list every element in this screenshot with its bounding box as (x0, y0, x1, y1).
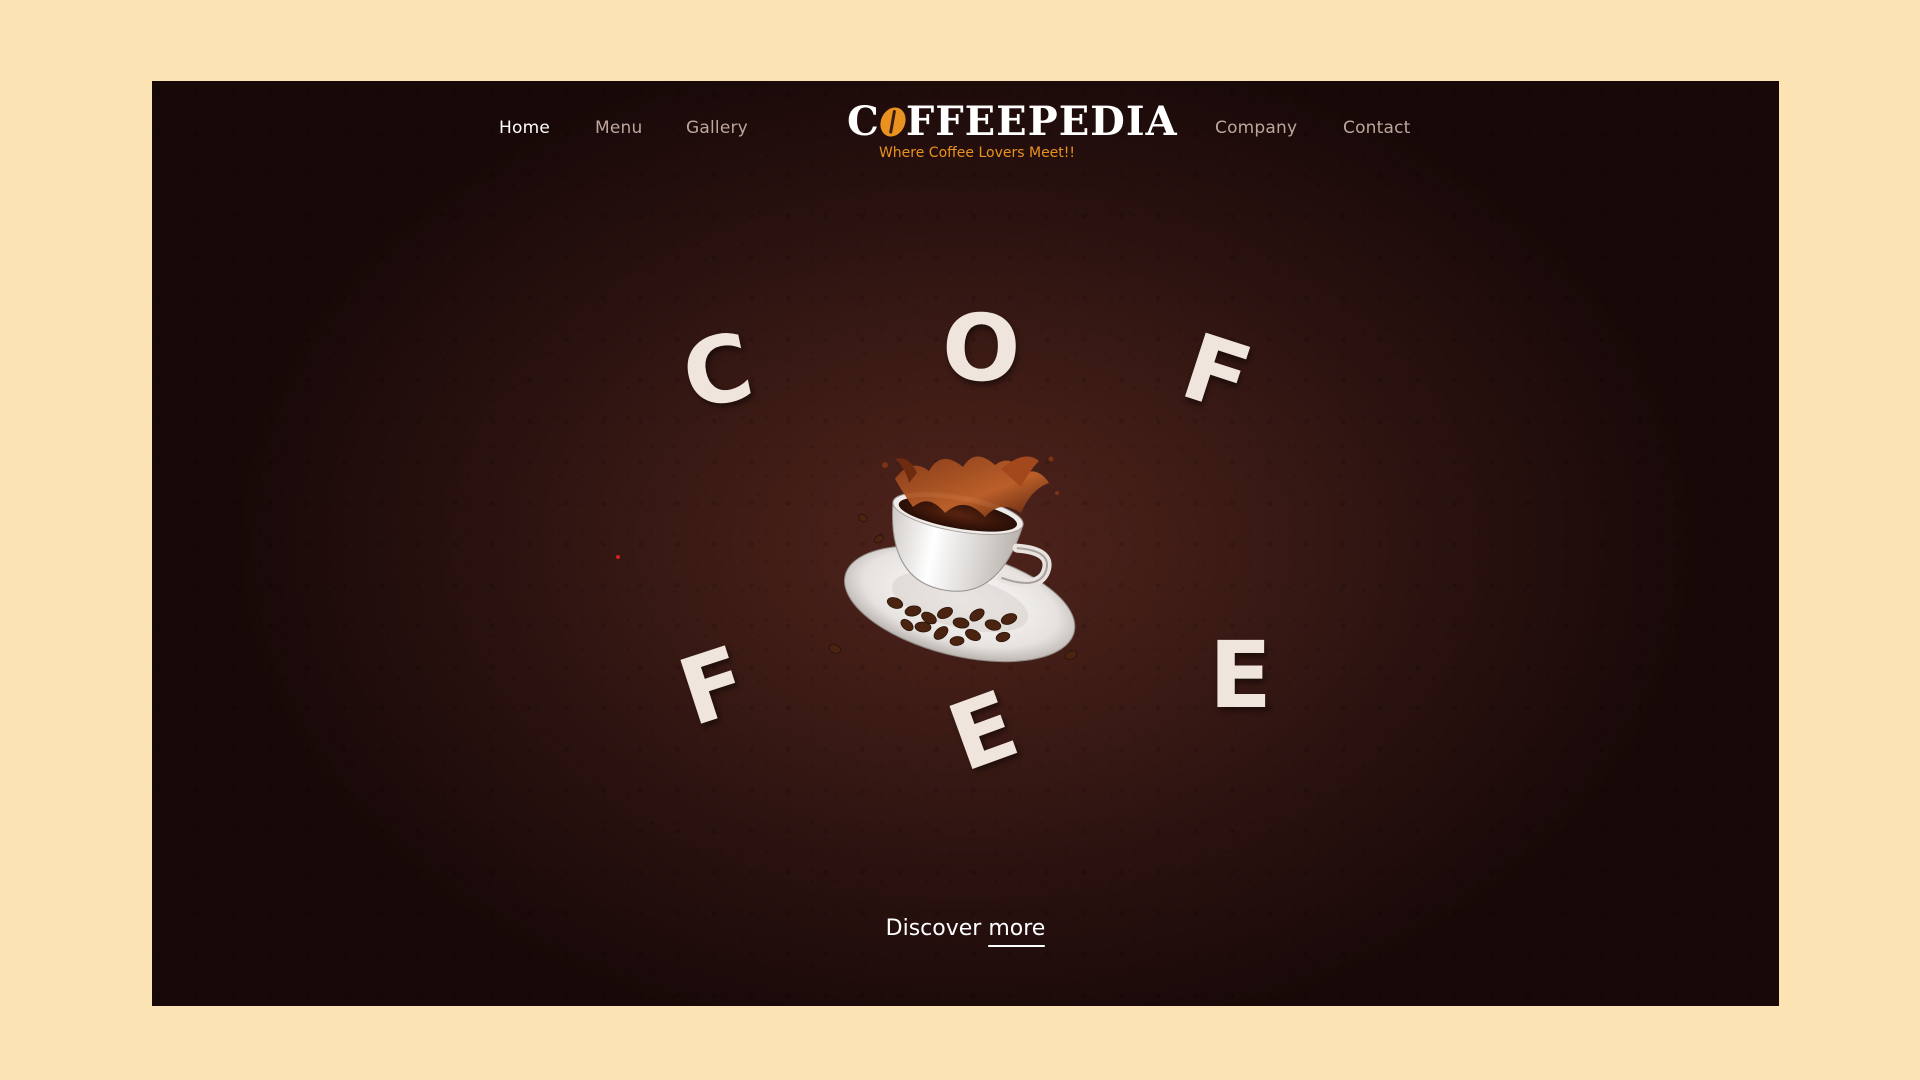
hero-letter-f1: F (1170, 312, 1264, 435)
discover-more-link[interactable]: Discover more (885, 916, 1046, 947)
nav-menu-link[interactable]: Menu (595, 118, 642, 138)
nav-contact-link[interactable]: Contact (1343, 118, 1411, 138)
discover-more-cta[interactable]: Discover more (152, 916, 1779, 947)
cta-prefix: Discover (885, 916, 982, 941)
nav-company-link[interactable]: Company (1215, 118, 1297, 138)
decorative-dot (616, 555, 620, 559)
nav-home-link[interactable]: Home (499, 118, 550, 138)
logo-wordmark: C FFEEPEDIA (847, 100, 1178, 144)
hero-letter-e1: E (935, 670, 1032, 793)
hero-letter-o: O (940, 293, 1023, 404)
logo-tagline: Where Coffee Lovers Meet!! (878, 145, 1076, 161)
hero-letter-c: C (673, 312, 762, 431)
coffee-cup-illustration (825, 443, 1105, 683)
site-logo[interactable]: C FFEEPEDIA Where Coffee Lovers Meet!! (847, 100, 1177, 162)
cta-emphasis: more (988, 916, 1046, 947)
coffee-cup-icon (828, 456, 1078, 663)
hero-section: Home Menu Gallery C FFEEPEDIA Where Coff… (152, 81, 1779, 1006)
logo-rest: FFEEPEDIA (905, 98, 1178, 145)
nav-gallery-link[interactable]: Gallery (686, 118, 748, 138)
hero-letter-e2: E (1209, 622, 1272, 729)
logo-first-letter: C (847, 98, 880, 145)
hero-letter-f2: F (666, 625, 760, 748)
